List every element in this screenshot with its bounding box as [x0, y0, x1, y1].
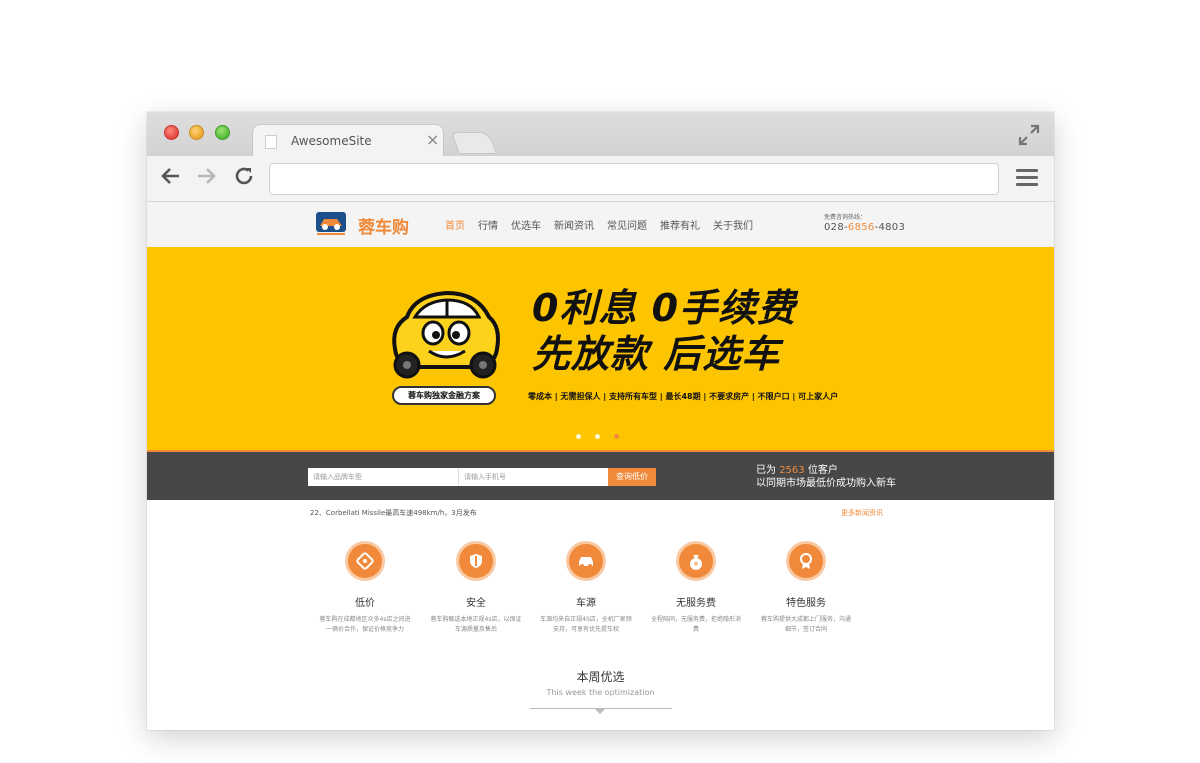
- more-news-link[interactable]: 更多新闻资讯: [841, 508, 883, 518]
- headline-line-1: 0利息 0手续费: [532, 286, 797, 330]
- new-tab-button[interactable]: [450, 132, 498, 154]
- weekly-picks-subtitle: This week the optimization: [546, 688, 655, 697]
- phone-input[interactable]: 请输入手机号: [458, 468, 608, 486]
- carousel-dot-1[interactable]: [576, 434, 581, 439]
- car-icon: [566, 541, 606, 581]
- feature-car-source: 车源 车源均来自正规4S店，全机厂家频支持，可享有优先提车权: [536, 541, 636, 635]
- tab-title: AwesomeSite: [291, 134, 372, 148]
- nav-item-market[interactable]: 行情: [478, 217, 498, 232]
- browser-tab[interactable]: AwesomeSite ×: [252, 124, 444, 156]
- shield-icon: [456, 541, 496, 581]
- carousel-dot-3[interactable]: [614, 434, 619, 439]
- headline-line-2: 先放款 后选车: [532, 332, 781, 376]
- hotline-label: 免费咨询热线：: [824, 214, 867, 221]
- feature-desc: 车源均来自正规4S店，全机厂家频支持，可享有优先提车权: [540, 616, 632, 633]
- feature-title: 无服务费: [676, 598, 716, 609]
- browser-titlebar: AwesomeSite ×: [147, 112, 1054, 156]
- hero-banner[interactable]: 0利息 0手续费 先放款 后选车 蓉车购独家金融方案 零成本 | 无需担保人 |…: [147, 247, 1054, 450]
- close-window-button[interactable]: [164, 125, 179, 140]
- finance-plan-badge[interactable]: 蓉车购独家金融方案: [392, 386, 496, 405]
- feature-desc: 蓉车购在成都地区众多4s店之间进一俩价合作，保证价格竞争力: [319, 616, 411, 633]
- hotline-number[interactable]: 028-6856-4803: [824, 222, 905, 233]
- logo-car-icon[interactable]: [315, 210, 347, 236]
- money-bag-icon: ¥: [676, 541, 716, 581]
- hamburger-menu-icon[interactable]: [1016, 169, 1038, 187]
- nav-item-news[interactable]: 新闻资讯: [554, 217, 594, 232]
- feature-title: 车源: [576, 598, 596, 609]
- site-logo[interactable]: 蓉车购: [358, 213, 409, 238]
- feature-title: 特色服务: [786, 598, 826, 609]
- medal-icon: [786, 541, 826, 581]
- customer-count: 2563: [779, 465, 805, 476]
- minimize-window-button[interactable]: [189, 125, 204, 140]
- quote-search-bar: 请输入品牌车型 请输入手机号 查询低价 已为 2563 位客户 以同期市场最低价…: [147, 450, 1054, 500]
- nav-item-selected-cars[interactable]: 优选车: [511, 217, 541, 232]
- brand-model-input[interactable]: 请输入品牌车型: [308, 468, 458, 486]
- query-price-button[interactable]: 查询低价: [608, 468, 656, 486]
- price-tag-icon: [345, 541, 385, 581]
- nav-item-faq[interactable]: 常见问题: [607, 217, 647, 232]
- feature-desc: 全程陪同，无服务费，拒绝隐形消费: [650, 616, 741, 633]
- arrow-left-icon[interactable]: [160, 165, 182, 194]
- browser-toolbar: [147, 156, 1054, 202]
- address-bar[interactable]: [269, 163, 999, 195]
- feature-special-service: 特色服务 蓉车购提供大成都上门服务，沟通细节，签订合同: [756, 541, 856, 635]
- nav-item-referral[interactable]: 推荐有礼: [660, 217, 700, 232]
- banner-headline: 0利息 0手续费 先放款 后选车: [532, 285, 796, 377]
- customer-count-text: 已为 2563 位客户 以同期市场最低价成功购入新车: [756, 465, 896, 489]
- main-nav: 首页 行情 优选车 新闻资讯 常见问题 推荐有礼 关于我们: [445, 217, 766, 232]
- feature-title: 低价: [355, 598, 375, 609]
- feature-title: 安全: [466, 598, 486, 609]
- page-icon: [265, 135, 277, 149]
- news-ticker-item[interactable]: 22、Corbellati Missile最高车速498km/h，3月发布: [310, 508, 477, 518]
- svg-text:¥: ¥: [694, 560, 699, 568]
- nav-item-home[interactable]: 首页: [445, 217, 465, 232]
- carousel-dots: [576, 434, 619, 439]
- tab-close-icon[interactable]: ×: [426, 130, 439, 149]
- arrow-right-icon[interactable]: [195, 165, 217, 194]
- nav-item-about[interactable]: 关于我们: [713, 217, 753, 232]
- banner-feature-list: 零成本 | 无需担保人 | 支持所有车型 | 最长48期 | 不要求房产 | 不…: [528, 392, 839, 401]
- reload-icon[interactable]: [233, 165, 255, 194]
- feature-safety: 安全 蓉车购甄选本地正规4s店，以保证车源质量及售后: [426, 541, 526, 635]
- expand-icon[interactable]: [1018, 124, 1040, 151]
- cartoon-car-illustration: [392, 290, 500, 379]
- site-header: 蓉车购 首页 行情 优选车 新闻资讯 常见问题 推荐有礼 关于我们 免费咨询热线…: [147, 202, 1054, 247]
- maximize-window-button[interactable]: [215, 125, 230, 140]
- feature-desc: 蓉车购甄选本地正规4s店，以保证车源质量及售后: [430, 616, 522, 633]
- feature-desc: 蓉车购提供大成都上门服务，沟通细节，签订合同: [760, 616, 851, 633]
- feature-low-price: 低价 蓉车购在成都地区众多4s店之间进一俩价合作，保证价格竞争力: [315, 541, 415, 635]
- divider-caret: [595, 709, 605, 714]
- weekly-picks-title: 本周优选: [576, 670, 625, 684]
- browser-window: AwesomeSite × 蓉车购 首页 行情 优选车 新闻资讯 常见问题 推荐…: [147, 112, 1054, 730]
- carousel-dot-2[interactable]: [595, 434, 600, 439]
- feature-no-fee: ¥ 无服务费 全程陪同，无服务费，拒绝隐形消费: [646, 541, 746, 635]
